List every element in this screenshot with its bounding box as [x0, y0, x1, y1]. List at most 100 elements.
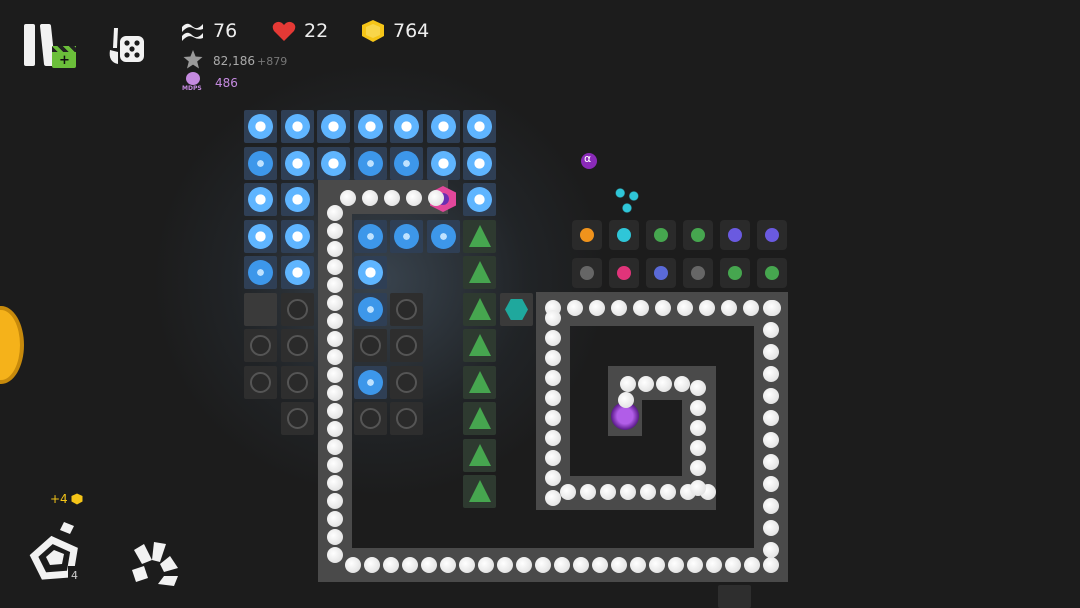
- enemy: [690, 380, 706, 396]
- locked-tile[interactable]: [390, 365, 423, 399]
- green-tower-tile[interactable]: [463, 329, 496, 362]
- purple-modifier[interactable]: [720, 220, 750, 250]
- coin-bonus-label: +4: [50, 492, 83, 506]
- green-tower-tile[interactable]: [463, 438, 496, 472]
- blue-modifier-core: [654, 266, 668, 280]
- gray-modifier[interactable]: [683, 258, 713, 288]
- locked-tile[interactable]: [244, 365, 277, 399]
- enemy: [687, 557, 703, 573]
- green-particles-core: [654, 228, 668, 242]
- frost-tower-tile[interactable]: [280, 110, 314, 143]
- green-modifier[interactable]: [720, 258, 750, 288]
- frost-tower-tile[interactable]: [317, 110, 350, 143]
- locked-tile[interactable]: [353, 329, 387, 362]
- coin-bonus-edge[interactable]: [0, 306, 24, 384]
- locked-tile[interactable]: [280, 292, 314, 326]
- green-tower-tile[interactable]: [463, 402, 496, 435]
- blue-modifier[interactable]: [646, 258, 676, 288]
- purple-modifier[interactable]: [757, 220, 787, 250]
- enemy: [327, 295, 343, 311]
- enemy: [340, 190, 356, 206]
- green-tower-tile[interactable]: [463, 475, 496, 508]
- music-modifier[interactable]: [609, 258, 639, 288]
- locked-tile[interactable]: [390, 329, 423, 362]
- frost-tower-tile[interactable]: [463, 110, 496, 143]
- locked-tile[interactable]: [390, 292, 423, 326]
- frost-tower-tile[interactable]: [353, 219, 387, 253]
- enemy: [589, 300, 605, 316]
- frost-tower: [248, 150, 273, 176]
- frost-tower-tile[interactable]: [353, 292, 387, 326]
- frost-tower-tile[interactable]: [353, 110, 387, 143]
- frost-tower-tile[interactable]: [280, 146, 314, 180]
- enemy: [655, 300, 671, 316]
- coin-bonus-value: +4: [50, 492, 68, 506]
- enemy: [327, 331, 343, 347]
- frost-tower-tile[interactable]: [244, 256, 277, 289]
- green-particles[interactable]: [683, 220, 713, 250]
- green-tower-tile[interactable]: [463, 219, 496, 253]
- score-counter: 82,186 +879: [183, 50, 287, 69]
- lock-icon: [359, 408, 381, 429]
- frost-tower-tile[interactable]: [280, 256, 314, 289]
- frost-tower-tile[interactable]: [244, 183, 277, 216]
- locked-tile[interactable]: [353, 402, 387, 435]
- teal-tower-tile[interactable]: [500, 293, 533, 326]
- frost-tower-tile[interactable]: [353, 365, 387, 399]
- lock-icon: [396, 298, 417, 320]
- frost-tower-tile[interactable]: [426, 219, 460, 253]
- enemy: [545, 490, 561, 506]
- frost-tower-tile[interactable]: [353, 146, 387, 180]
- mdps-icon: MDPS: [182, 72, 203, 94]
- frost-tower-tile[interactable]: [390, 219, 423, 253]
- frost-tower-tile[interactable]: [426, 146, 460, 180]
- enemy: [327, 493, 343, 509]
- green-tower-tile[interactable]: [463, 292, 496, 326]
- frost-tower: [248, 260, 273, 285]
- frost-tower-tile[interactable]: [244, 110, 277, 143]
- ability-button-pentagon[interactable]: 4: [28, 520, 90, 586]
- alpha-marker: α: [580, 150, 598, 174]
- frost-tower: [248, 187, 273, 212]
- enemy: [545, 430, 561, 446]
- cyan-modifier[interactable]: [609, 220, 639, 250]
- locked-tile[interactable]: [280, 365, 314, 399]
- frost-tower-tile[interactable]: [390, 110, 423, 143]
- enemy: [535, 557, 551, 573]
- locked-tile[interactable]: [244, 329, 277, 362]
- green-tower: [469, 407, 491, 429]
- frost-tower-tile[interactable]: [244, 146, 277, 180]
- green-tower-tile[interactable]: [463, 256, 496, 289]
- orange-modifier[interactable]: [572, 220, 602, 250]
- frost-tower-tile[interactable]: [353, 256, 387, 289]
- draw-mode-button[interactable]: [104, 24, 148, 68]
- frost-tower-tile[interactable]: [280, 183, 314, 216]
- frost-tower-tile[interactable]: [280, 219, 314, 253]
- enemy: [362, 190, 378, 206]
- ability-button-fan[interactable]: [128, 540, 180, 586]
- frost-tower-tile[interactable]: [390, 146, 423, 180]
- frost-tower-tile[interactable]: [426, 110, 460, 143]
- green-modifier-core: [765, 266, 779, 280]
- frost-tower-tile[interactable]: [463, 146, 496, 180]
- frost-tower: [284, 114, 310, 139]
- pause-button[interactable]: +: [22, 22, 76, 68]
- frost-tower-tile[interactable]: [463, 183, 496, 216]
- gray-modifier[interactable]: [572, 258, 602, 288]
- empty-tile[interactable]: [244, 292, 277, 326]
- lock-icon: [396, 408, 417, 429]
- enemy: [327, 511, 343, 527]
- green-particles[interactable]: [646, 220, 676, 250]
- locked-tile[interactable]: [280, 402, 314, 435]
- enemy: [327, 475, 343, 491]
- locked-tile-bottom[interactable]: [718, 585, 751, 608]
- locked-tile[interactable]: [390, 402, 423, 435]
- green-tower-tile[interactable]: [463, 365, 496, 399]
- enemy: [763, 410, 779, 426]
- enemy: [600, 484, 616, 500]
- enemy: [690, 460, 706, 476]
- locked-tile[interactable]: [280, 329, 314, 362]
- frost-tower-tile[interactable]: [317, 146, 350, 180]
- green-modifier[interactable]: [757, 258, 787, 288]
- frost-tower-tile[interactable]: [244, 219, 277, 253]
